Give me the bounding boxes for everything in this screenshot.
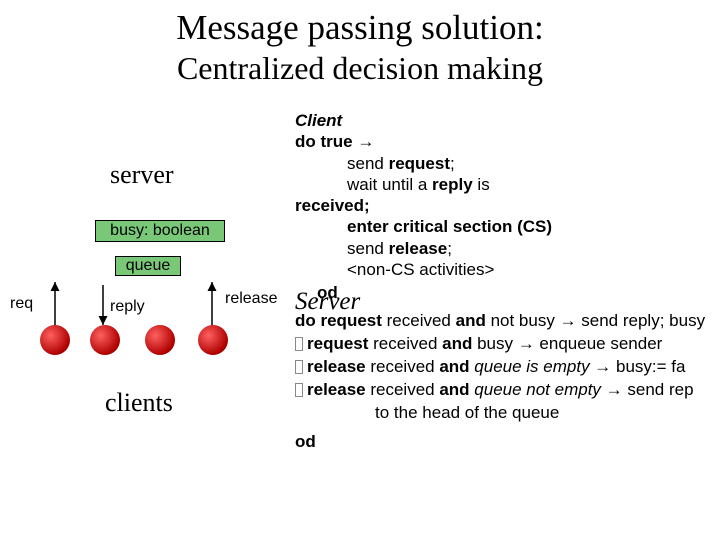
client-line: received; xyxy=(295,195,720,216)
client-line: enter critical section (CS) xyxy=(295,216,720,237)
server-rule-tail: to the head of the queue xyxy=(295,402,720,425)
arrow-glyph: → xyxy=(353,132,375,151)
title-line-1: Message passing solution: xyxy=(0,0,720,48)
server-od: od xyxy=(295,431,720,454)
client-line: <non-CS activities> xyxy=(295,259,720,280)
client-do-true: do true xyxy=(295,132,353,151)
clients-label: clients xyxy=(105,388,173,418)
server-header: Server xyxy=(295,286,360,317)
client-node xyxy=(145,325,175,355)
client-pseudocode: Client do true → send request; wait unti… xyxy=(295,110,720,454)
client-node xyxy=(40,325,70,355)
server-client-diagram: server busy: boolean queue req reply rel… xyxy=(0,120,320,420)
title-line-2: Centralized decision making xyxy=(0,50,720,87)
server-pseudocode: do request received and not busy → send … xyxy=(295,310,720,454)
message-arrows xyxy=(0,120,320,420)
server-rule: release received and queue is empty → bu… xyxy=(295,356,720,379)
client-node xyxy=(90,325,120,355)
client-header: Client xyxy=(295,110,720,131)
server-rule: request received and busy → enqueue send… xyxy=(295,333,720,356)
server-rule: release received and queue not empty → s… xyxy=(295,379,720,402)
client-node xyxy=(198,325,228,355)
client-line: send release; xyxy=(295,238,720,259)
client-line: send request; xyxy=(295,153,720,174)
client-line: wait until a reply is xyxy=(295,174,720,195)
